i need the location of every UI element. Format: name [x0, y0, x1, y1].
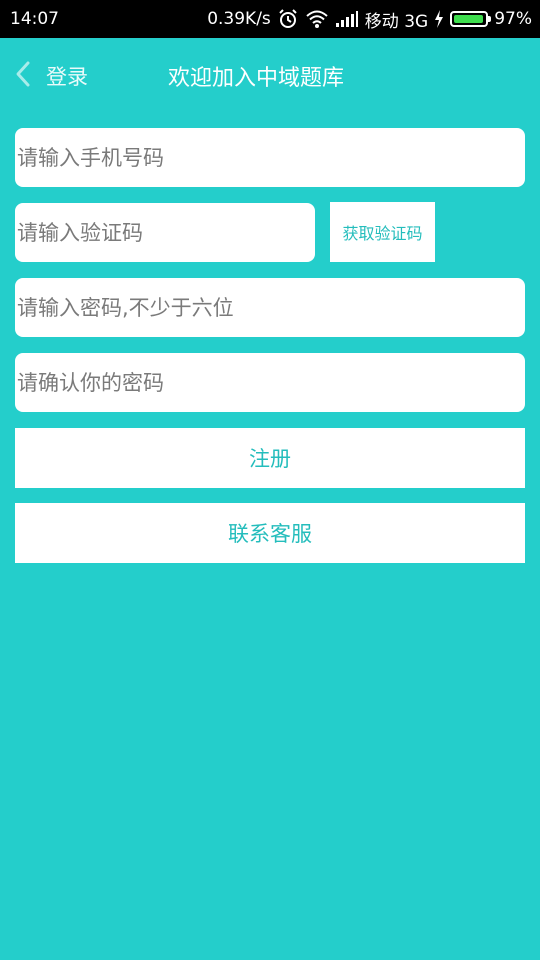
battery-percent: 97%	[494, 9, 532, 29]
get-code-button[interactable]: 获取验证码	[330, 202, 435, 262]
wifi-icon	[305, 9, 329, 29]
header: 登录 欢迎加入中域题库	[0, 38, 540, 114]
phone-input[interactable]	[15, 128, 525, 187]
carrier-label: 移动 3G	[364, 11, 429, 32]
password-field-box	[15, 278, 525, 337]
confirm-password-input[interactable]	[15, 353, 525, 412]
back-label: 登录	[46, 65, 88, 89]
password-input[interactable]	[15, 278, 525, 337]
battery-fill	[454, 15, 484, 23]
register-button[interactable]: 注册	[15, 428, 525, 488]
contact-support-button[interactable]: 联系客服	[15, 503, 525, 563]
page-title: 欢迎加入中域题库	[168, 66, 345, 91]
back-button[interactable]: 登录	[14, 56, 88, 96]
chevron-left-icon	[14, 60, 32, 92]
status-right: 0.39K/s 移动 3G 97%	[207, 0, 532, 38]
charging-icon	[434, 10, 444, 28]
network-speed: 0.39K/s	[207, 9, 271, 29]
phone-field-box	[15, 128, 525, 187]
battery-icon	[450, 11, 492, 27]
confirm-field-box	[15, 353, 525, 412]
status-bar: 14:07 0.39K/s 移动 3G 97%	[0, 0, 540, 38]
code-field-box	[15, 203, 315, 262]
signal-icon	[335, 10, 359, 28]
verification-code-input[interactable]	[15, 203, 315, 262]
status-time: 14:07	[10, 9, 59, 29]
alarm-icon	[277, 8, 299, 30]
